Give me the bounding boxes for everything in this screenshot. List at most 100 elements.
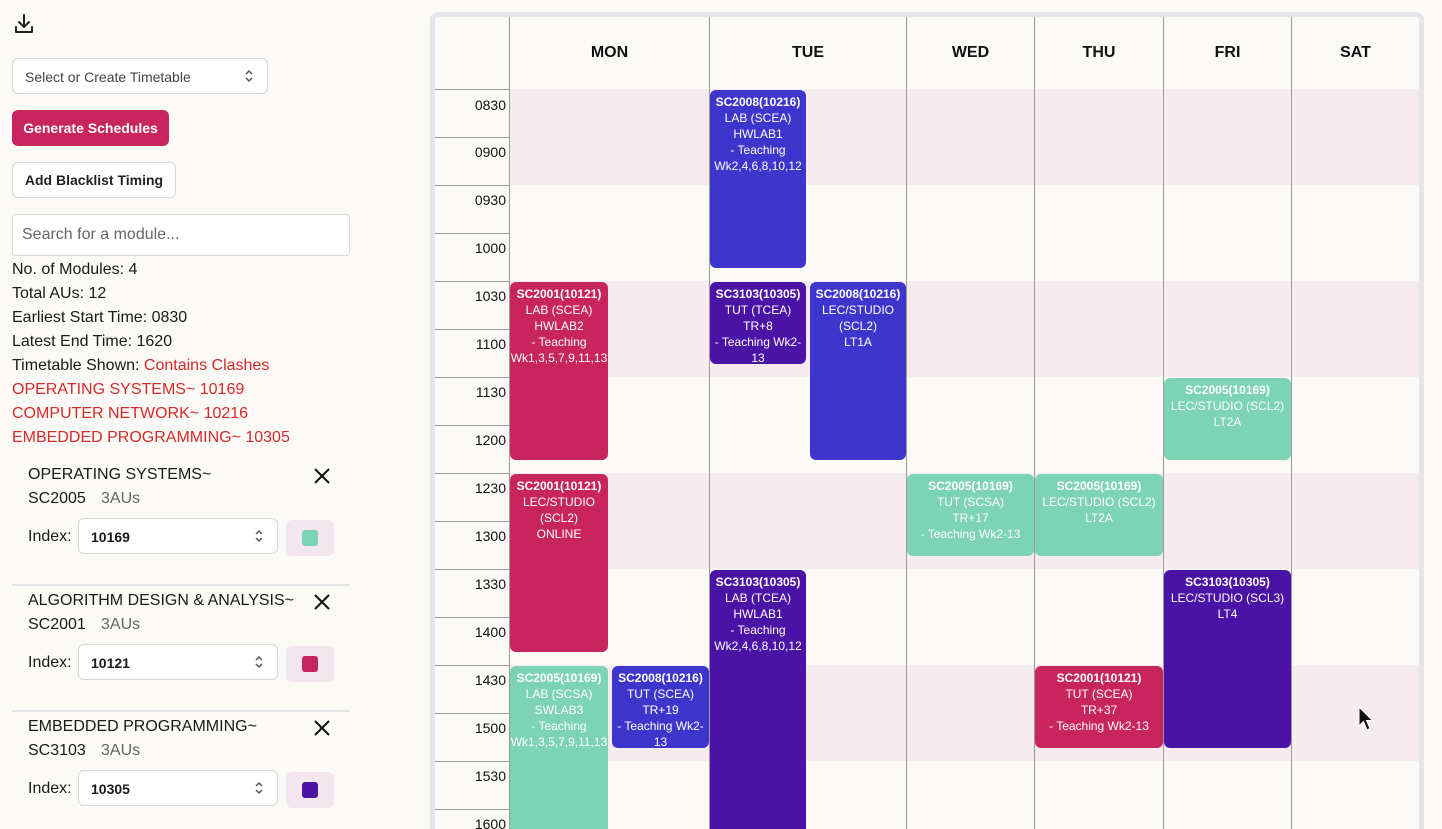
timetable-select[interactable]: Select or Create Timetable	[12, 58, 268, 94]
class-code: SC2008(10216)	[715, 95, 801, 109]
class-block[interactable]: SC3103(10305) TUT (TCEA) TR+8 - Teaching…	[710, 282, 806, 364]
time-label: 1400	[474, 624, 506, 640]
class-block[interactable]: SC3103(10305) LEC/STUDIO (SCL3) LT4	[1164, 570, 1291, 748]
class-block[interactable]: SC2001(10121) LEC/STUDIO (SCL2) ONLINE	[510, 474, 608, 652]
time-tick	[435, 569, 509, 570]
time-label: 1330	[474, 576, 506, 592]
day-header-tue: TUE	[792, 44, 824, 61]
module-au: 3AUs	[101, 616, 141, 633]
time-tick	[435, 425, 509, 426]
color-picker-button[interactable]	[286, 520, 334, 556]
class-code: SC2005(10169)	[1185, 383, 1270, 397]
module-search-input[interactable]	[12, 214, 350, 256]
class-details: LEC/STUDIO (SCL2) LT2A	[1170, 399, 1285, 429]
class-block[interactable]: SC2005(10169) LEC/STUDIO (SCL2) LT2A	[1035, 474, 1163, 556]
class-details: TUT (TCEA) TR+8 - Teaching Wk2-13	[714, 303, 802, 364]
sidebar: Select or Create Timetable Generate Sche…	[0, 0, 360, 829]
time-tick	[435, 137, 509, 138]
download-icon[interactable]	[12, 12, 36, 36]
latest-end: Latest End Time: 1620	[12, 333, 173, 350]
class-block[interactable]: SC2008(10216) LAB (SCEA) HWLAB1 - Teachi…	[710, 90, 806, 268]
close-icon[interactable]	[312, 592, 332, 612]
day-header-fri: FRI	[1214, 44, 1241, 61]
class-details: TUT (SCSA) TR+17 - Teaching Wk2-13	[920, 495, 1021, 541]
class-block[interactable]: SC2005(10169) LAB (SCSA) SWLAB3 - Teachi…	[510, 666, 608, 829]
class-block[interactable]: SC2001(10121) LAB (SCEA) HWLAB2 - Teachi…	[510, 282, 608, 460]
hour-band	[510, 281, 1419, 377]
index-select[interactable]: 10305	[78, 770, 278, 806]
module-au: 3AUs	[101, 742, 141, 759]
chevron-updown-icon	[243, 68, 255, 87]
chevron-updown-icon	[253, 654, 265, 673]
time-label: 1500	[474, 720, 506, 736]
time-tick	[435, 713, 509, 714]
index-select[interactable]: 10169	[78, 518, 278, 554]
module-card: OPERATING SYSTEMS~ SC2005 3AUs Index: 10…	[12, 460, 350, 586]
total-aus: Total AUs: 12	[12, 285, 107, 302]
color-picker-button[interactable]	[286, 772, 334, 808]
color-swatch	[302, 530, 318, 546]
time-tick	[435, 521, 509, 522]
time-tick	[435, 809, 509, 810]
time-tick	[435, 233, 509, 234]
timetable-stats: No. of Modules: 4 Total AUs: 12 Earliest…	[12, 258, 290, 450]
module-code: SC2001	[28, 616, 86, 633]
color-picker-button[interactable]	[286, 646, 334, 682]
class-block[interactable]: SC2008(10216) TUT (SCEA) TR+19 - Teachin…	[612, 666, 709, 748]
clash-item: OPERATING SYSTEMS~ 10169	[12, 381, 245, 398]
time-label: 0930	[474, 192, 506, 208]
time-tick	[435, 185, 509, 186]
timetable: MON TUE WED THU FRI SAT 0830 0900 0930 1…	[430, 12, 1424, 829]
class-details: LEC/STUDIO (SCL3) LT4	[1170, 591, 1285, 621]
earliest-start: Earliest Start Time: 0830	[12, 309, 188, 326]
generate-schedules-button[interactable]: Generate Schedules	[12, 110, 169, 146]
class-block[interactable]: SC2005(10169) TUT (SCSA) TR+17 - Teachin…	[907, 474, 1034, 556]
close-icon[interactable]	[312, 466, 332, 486]
time-label: 1000	[474, 240, 506, 256]
module-name: OPERATING SYSTEMS~	[28, 466, 212, 483]
day-header-wed: WED	[951, 44, 990, 61]
time-label: 1130	[475, 384, 506, 400]
class-block[interactable]: SC2005(10169) LEC/STUDIO (SCL2) LT2A	[1164, 378, 1291, 460]
time-label: 1230	[474, 480, 506, 496]
class-code: SC2001(10121)	[516, 287, 602, 301]
class-code: SC2008(10216)	[815, 287, 901, 301]
class-code: SC2005(10169)	[1056, 479, 1142, 493]
timetable-select-label: Select or Create Timetable	[25, 69, 191, 85]
module-au: 3AUs	[101, 490, 141, 507]
add-blacklist-button[interactable]: Add Blacklist Timing	[12, 162, 176, 198]
index-label: Index:	[28, 654, 72, 671]
time-tick	[435, 617, 509, 618]
time-tick	[435, 89, 509, 90]
day-header-sat: SAT	[1340, 44, 1371, 61]
time-label: 1100	[475, 336, 506, 352]
index-select[interactable]: 10121	[78, 644, 278, 680]
class-code: SC3103(10305)	[715, 575, 801, 589]
time-label: 1430	[474, 672, 506, 688]
color-swatch	[302, 656, 318, 672]
grid-line	[1291, 17, 1292, 829]
class-block[interactable]: SC2008(10216) LEC/STUDIO (SCL2) LT1A	[810, 282, 906, 460]
class-block[interactable]: SC3103(10305) LAB (TCEA) HWLAB1 - Teachi…	[710, 570, 806, 829]
class-code: SC2005(10169)	[516, 671, 602, 685]
close-icon[interactable]	[312, 718, 332, 738]
chevron-updown-icon	[253, 528, 265, 547]
time-label: 1030	[474, 288, 506, 304]
module-name: ALGORITHM DESIGN & ANALYSIS~	[28, 592, 294, 609]
day-header-thu: THU	[1082, 44, 1116, 61]
time-label: 1200	[474, 432, 506, 448]
class-details: LAB (SCEA) HWLAB2 - Teaching Wk1,3,5,7,9…	[510, 303, 608, 365]
class-details: TUT (SCEA) TR+37 - Teaching Wk2-13	[1049, 687, 1149, 733]
clash-item: EMBEDDED PROGRAMMING~ 10305	[12, 429, 290, 446]
class-details: LAB (SCSA) SWLAB3 - Teaching Wk1,3,5,7,9…	[510, 687, 608, 749]
clash-status: Contains Clashes	[143, 357, 270, 374]
module-code: SC3103	[28, 742, 86, 759]
color-swatch	[302, 782, 318, 798]
time-tick	[435, 665, 509, 666]
class-block[interactable]: SC2001(10121) TUT (SCEA) TR+37 - Teachin…	[1035, 666, 1163, 748]
module-name: EMBEDDED PROGRAMMING~	[28, 718, 257, 735]
time-label: 1300	[474, 528, 506, 544]
class-code: SC3103(10305)	[1185, 575, 1270, 589]
class-details: LEC/STUDIO (SCL2) LT2A	[1042, 495, 1156, 525]
class-details: LAB (TCEA) HWLAB1 - Teaching Wk2,4,6,8,1…	[714, 591, 802, 653]
